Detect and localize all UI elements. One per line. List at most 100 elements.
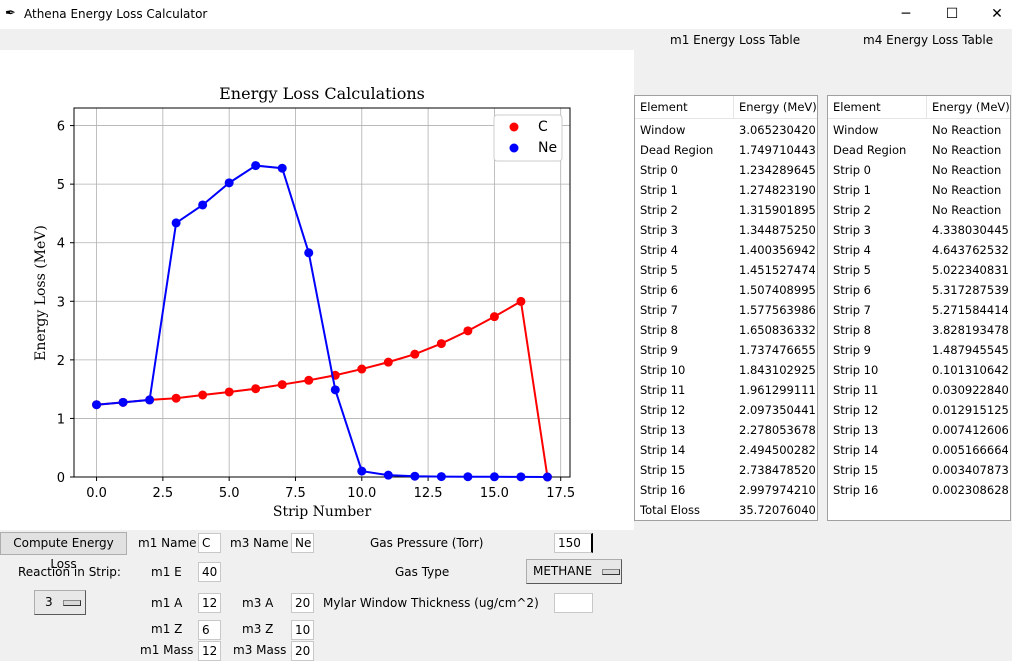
cell-element: Strip 4 [833, 243, 872, 257]
m1-e-input[interactable]: 40 [198, 562, 221, 582]
mylar-thickness-input[interactable] [554, 593, 593, 613]
cell-element: Strip 15 [640, 463, 686, 477]
cell-element: Dead Region [833, 143, 907, 157]
maximize-button[interactable]: ☐ [929, 0, 975, 29]
x-tick-label: 5.0 [219, 486, 240, 501]
data-point-c [436, 339, 446, 349]
cell-energy: 5.31728753949 [932, 283, 1008, 297]
cell-element: Strip 0 [833, 163, 872, 177]
reaction-strip-value: 3 [45, 595, 53, 609]
data-point-ne [516, 472, 526, 482]
column-header-energy[interactable]: Energy (MeV) [739, 100, 817, 114]
reaction-strip-label: Reaction in Strip: [18, 565, 121, 579]
y-tick-label: 0 [57, 471, 65, 486]
m1-mass-label: m1 Mass [140, 643, 194, 657]
minimize-button[interactable]: ─ [883, 0, 929, 29]
data-point-ne [198, 200, 208, 210]
column-header-element[interactable]: Element [833, 100, 881, 114]
cell-energy: 0.10131064253 [932, 363, 1008, 377]
x-tick-label: 0.0 [86, 486, 107, 501]
cell-element: Strip 10 [640, 363, 686, 377]
column-header-energy[interactable]: Energy (MeV) [932, 100, 1010, 114]
cell-energy: 2.49450028270 [739, 443, 815, 457]
m3-z-label: m3 Z [242, 622, 274, 636]
cell-energy: 1.50740899542 [739, 283, 815, 297]
cell-element: Strip 3 [640, 223, 679, 237]
m1-name-input[interactable]: C [198, 533, 221, 553]
cell-energy: 0.03092284048 [932, 383, 1008, 397]
m1-z-input[interactable]: 6 [198, 620, 221, 640]
reaction-strip-select[interactable]: 3 [34, 590, 86, 615]
m3-name-label: m3 Name [230, 536, 289, 550]
plot-canvas: Energy Loss Calculations 0.0 2.5 5.0 7.5 10.… [0, 50, 634, 530]
data-point-ne [489, 472, 499, 482]
data-point-ne [383, 470, 393, 480]
feather-icon: ✒ [5, 6, 16, 21]
cell-element: Dead Region [640, 143, 714, 157]
y-tick-label: 4 [57, 237, 65, 252]
cell-energy: 3.06523042087 [739, 123, 815, 137]
cell-energy: 0.00340787317 [932, 463, 1008, 477]
data-point-ne [171, 218, 181, 228]
y-tick-label: 6 [57, 120, 65, 135]
legend-marker-c [509, 122, 519, 132]
m3-a-input[interactable]: 20 [291, 593, 314, 613]
x-axis-label: Strip Number [273, 504, 372, 520]
m1-name-label: m1 Name [138, 536, 197, 550]
m1-a-input[interactable]: 12 [198, 593, 221, 613]
data-point-ne [92, 400, 102, 410]
data-point-ne [277, 163, 287, 173]
cell-energy: 2.27805367870 [739, 423, 815, 437]
cell-element: Strip 9 [833, 343, 872, 357]
gas-pressure-label: Gas Pressure (Torr) [370, 536, 484, 550]
cell-energy: 5.27158441437 [932, 303, 1008, 317]
m3-z-input[interactable]: 10 [291, 620, 314, 640]
data-point-ne [145, 395, 155, 405]
data-point-ne [330, 385, 340, 395]
dropdown-indicator-icon [62, 599, 81, 606]
mylar-thickness-label: Mylar Window Thickness (ug/cm^2) [323, 596, 539, 610]
data-point-c [224, 387, 234, 397]
cell-energy: 1.84310292518 [739, 363, 815, 377]
y-tick-label: 5 [57, 178, 65, 193]
x-tick-label: 12.5 [414, 486, 443, 501]
cell-energy: No Reaction [932, 163, 1002, 177]
m1-mass-input[interactable]: 12 [198, 641, 221, 661]
close-button[interactable]: ✕ [974, 0, 1012, 29]
cell-element: Window [833, 123, 879, 137]
m1-energy-loss-table[interactable]: Element Energy (MeV) Window 3.06523042087… [634, 95, 818, 521]
m3-a-label: m3 A [242, 596, 274, 610]
cell-energy: No Reaction [932, 143, 1002, 157]
cell-element: Strip 7 [640, 303, 679, 317]
gas-type-select[interactable]: METHANE [526, 559, 622, 584]
gas-type-value: METHANE [533, 564, 593, 578]
cell-element: Strip 12 [640, 403, 686, 417]
m3-mass-input[interactable]: 20 [291, 641, 314, 661]
cell-element: Strip 9 [640, 343, 679, 357]
m4-energy-loss-table[interactable]: Element Energy (MeV) Window No Reaction De… [827, 95, 1011, 521]
y-axis-label: Energy Loss (MeV) [33, 225, 49, 361]
m3-name-input[interactable]: Ne [291, 533, 314, 553]
cell-element: Strip 8 [640, 323, 679, 337]
cell-energy: 0.00741260664 [932, 423, 1008, 437]
window-title: Athena Energy Loss Calculator [24, 7, 208, 21]
cell-energy: 0.01291512532 [932, 403, 1008, 417]
cell-energy: 1.27482319090 [739, 183, 815, 197]
cell-energy: 0.00230862824 [932, 483, 1008, 497]
gas-pressure-input[interactable]: 150 [554, 533, 593, 553]
m1-z-label: m1 Z [151, 622, 183, 636]
cell-element: Strip 3 [833, 223, 872, 237]
cell-element: Strip 2 [640, 203, 679, 217]
x-tick-label: 15.0 [480, 486, 509, 501]
cell-element: Strip 8 [833, 323, 872, 337]
data-point-ne [224, 178, 234, 188]
cell-element: Strip 5 [833, 263, 872, 277]
series-line-ne [96, 164, 548, 478]
cell-element: Window [640, 123, 686, 137]
m1-e-label: m1 E [151, 565, 182, 579]
gas-type-label: Gas Type [395, 565, 450, 579]
column-header-element[interactable]: Element [640, 100, 688, 114]
cell-element: Strip 14 [640, 443, 686, 457]
data-point-c [171, 393, 181, 403]
compute-energy-loss-button[interactable]: Compute Energy Loss [0, 532, 127, 571]
